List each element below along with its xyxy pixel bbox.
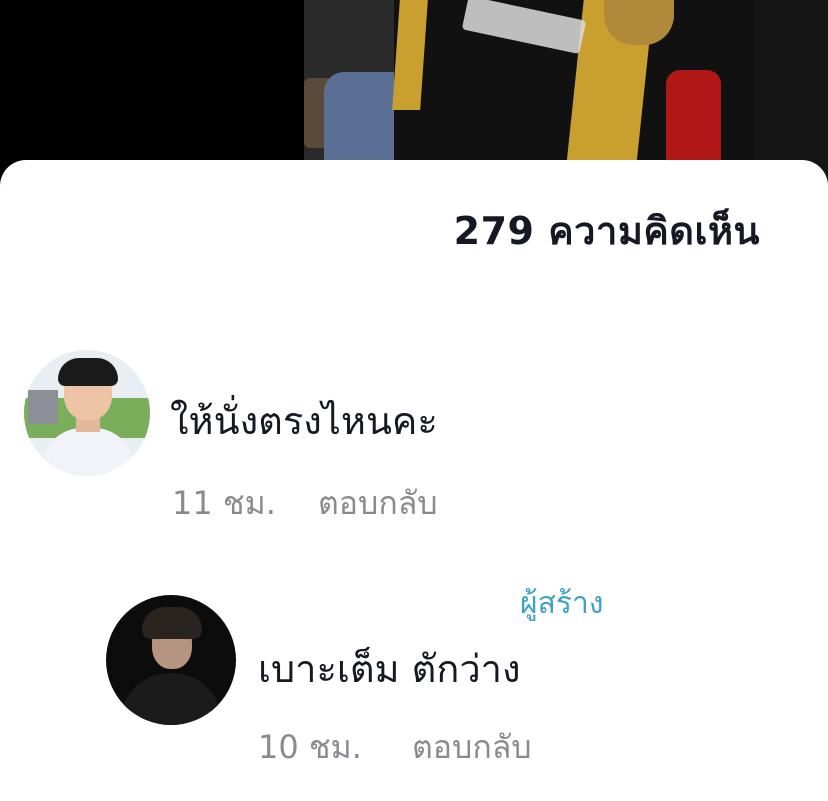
comment-timestamp: 10 ชม. [258,728,362,766]
video-dark-area [754,0,828,185]
video-background [0,0,828,185]
comments-sheet: 279 ความคิดเห็น ให้นั่งตรงไหนคะ 11 ชม. ต… [0,160,828,801]
creator-badge: ผู้สร้าง [520,586,604,621]
avatar-hair [58,358,118,386]
comments-count-label: ความคิดเห็น [548,209,760,253]
avatar-hair [142,607,202,639]
reply-button[interactable]: ตอบกลับ [412,722,532,773]
avatar[interactable] [106,595,236,725]
comment-text[interactable]: ให้นั่งตรงไหนคะ [170,390,438,451]
reply-button[interactable]: ตอบกลับ [318,478,438,529]
comment-text[interactable]: เบาะเต็ม ตักว่าง [258,638,521,699]
comments-count-header: 279 ความคิดเห็น [454,200,760,261]
comment-timestamp: 11 ชม. [172,484,276,522]
comments-count: 279 [453,209,535,253]
video-thumbnail[interactable] [304,0,828,185]
avatar-body [120,673,222,725]
avatar-background [28,390,58,424]
avatar[interactable] [24,350,150,476]
